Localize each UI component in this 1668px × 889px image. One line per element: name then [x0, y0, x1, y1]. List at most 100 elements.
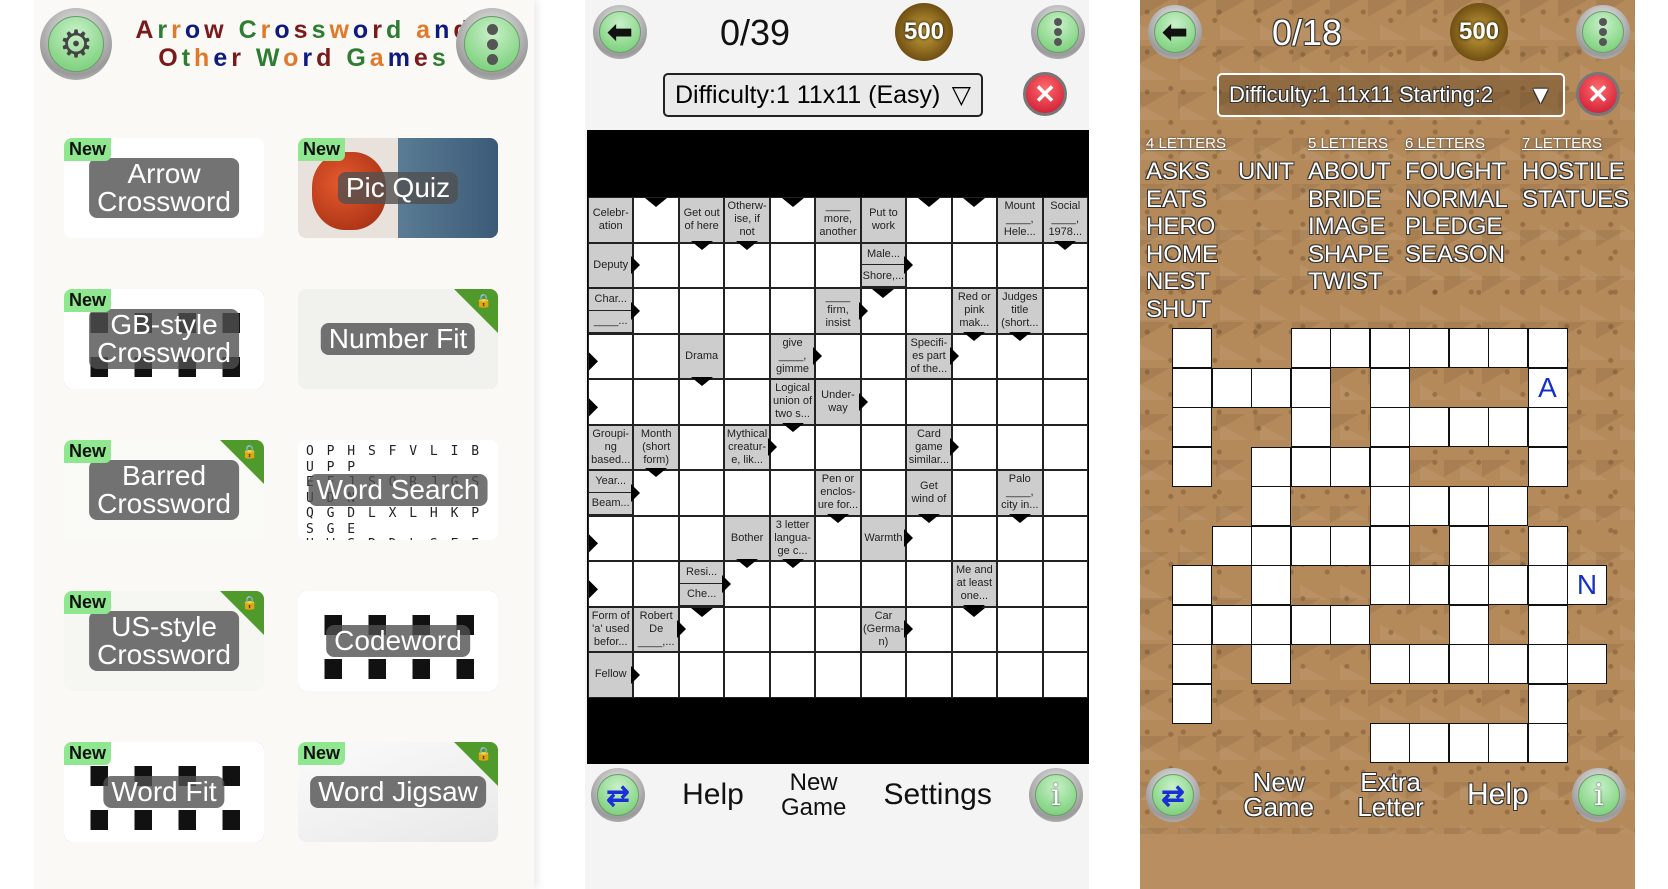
empty-letter-cell[interactable] [1172, 565, 1212, 605]
empty-letter-cell[interactable] [1369, 644, 1410, 684]
close-button[interactable]: ✕ [1576, 72, 1620, 116]
answer-cell[interactable] [588, 379, 634, 425]
answer-cell[interactable] [906, 197, 952, 243]
empty-letter-cell[interactable] [1251, 446, 1291, 487]
clue-cell[interactable]: 3 letter langua-ge c... [769, 515, 816, 561]
filled-letter-cell[interactable]: N [1567, 565, 1607, 605]
answer-cell[interactable] [588, 561, 634, 607]
empty-letter-cell[interactable] [1448, 644, 1489, 684]
answer-cell[interactable] [815, 424, 861, 470]
empty-letter-cell[interactable] [1172, 328, 1212, 368]
clue-cell[interactable]: Otherw-ise, if not [724, 197, 770, 243]
answer-cell[interactable] [769, 197, 816, 243]
clue-cell[interactable]: Deputy [588, 242, 634, 288]
empty-letter-cell[interactable] [1330, 328, 1370, 368]
answer-cell[interactable] [1042, 561, 1088, 607]
answer-cell[interactable] [951, 470, 998, 516]
empty-letter-cell[interactable] [1369, 446, 1410, 487]
empty-letter-cell[interactable] [1527, 328, 1568, 368]
clue-cell[interactable]: Me and at least one... [951, 561, 998, 607]
info-button[interactable]: i [1028, 768, 1083, 822]
clue-cell[interactable]: Month (short form) [633, 424, 679, 470]
empty-letter-cell[interactable] [1448, 486, 1489, 526]
clue-cell[interactable]: Mount ____, Hele... [997, 197, 1043, 243]
empty-letter-cell[interactable] [1488, 486, 1528, 526]
empty-letter-cell[interactable] [1409, 328, 1449, 368]
answer-cell[interactable] [951, 379, 998, 425]
new-game-button[interactable]: New Game [1243, 769, 1314, 820]
info-button[interactable]: i [1571, 768, 1626, 822]
empty-letter-cell[interactable] [1409, 723, 1449, 763]
empty-letter-cell[interactable] [1448, 723, 1489, 763]
empty-letter-cell[interactable] [1172, 644, 1212, 684]
empty-letter-cell[interactable] [1330, 604, 1370, 645]
game-tile-pic-quiz[interactable]: New Pic Quiz [298, 138, 498, 238]
answer-cell[interactable] [1042, 379, 1088, 425]
answer-cell[interactable] [724, 288, 770, 334]
more-options-button[interactable] [456, 8, 528, 80]
empty-letter-cell[interactable] [1172, 604, 1212, 645]
answer-cell[interactable] [951, 652, 998, 698]
answer-cell[interactable] [633, 515, 679, 561]
answer-cell[interactable] [1042, 652, 1088, 698]
game-tile-codeword[interactable]: Codeword [298, 591, 498, 691]
empty-letter-cell[interactable] [1172, 446, 1212, 487]
answer-cell[interactable] [906, 288, 952, 334]
help-button[interactable]: Help [682, 780, 744, 810]
empty-letter-cell[interactable] [1448, 565, 1489, 605]
empty-letter-cell[interactable] [1172, 407, 1212, 447]
answer-cell[interactable] [678, 515, 725, 561]
clue-cell[interactable]: ____ more, another [815, 197, 861, 243]
answer-cell[interactable] [633, 379, 679, 425]
answer-cell[interactable] [997, 606, 1043, 652]
empty-letter-cell[interactable] [1527, 644, 1568, 684]
answer-cell[interactable] [860, 561, 907, 607]
answer-cell[interactable] [678, 288, 725, 334]
empty-letter-cell[interactable] [1251, 604, 1291, 645]
help-button[interactable]: Help [1467, 780, 1529, 810]
clue-cell[interactable]: Get wind of [906, 470, 952, 516]
empty-letter-cell[interactable] [1290, 328, 1331, 368]
empty-letter-cell[interactable] [1409, 486, 1449, 526]
empty-letter-cell[interactable] [1251, 525, 1291, 566]
empty-letter-cell[interactable] [1527, 604, 1568, 645]
answer-cell[interactable] [951, 242, 998, 288]
empty-letter-cell[interactable] [1172, 683, 1212, 724]
clue-cell[interactable]: Put to work [860, 197, 907, 243]
split-clue-cell[interactable]: Resi... Che... [678, 561, 725, 607]
answer-cell[interactable] [997, 379, 1043, 425]
answer-cell[interactable] [997, 424, 1043, 470]
empty-letter-cell[interactable] [1211, 525, 1252, 566]
empty-letter-cell[interactable] [1448, 328, 1489, 368]
empty-letter-cell[interactable] [1369, 486, 1410, 526]
empty-letter-cell[interactable] [1448, 407, 1489, 447]
clue-cell[interactable]: Warmth [860, 515, 907, 561]
empty-letter-cell[interactable] [1290, 446, 1331, 487]
more-options-button[interactable] [1576, 5, 1630, 59]
clue-cell[interactable]: Under-way [815, 379, 861, 425]
clue-cell[interactable]: Robert De ____,... [633, 606, 679, 652]
answer-cell[interactable] [1042, 515, 1088, 561]
answer-cell[interactable] [724, 379, 770, 425]
filled-letter-cell[interactable]: A [1527, 367, 1568, 408]
empty-letter-cell[interactable] [1369, 565, 1410, 605]
empty-letter-cell[interactable] [1409, 407, 1449, 447]
clue-cell[interactable]: Specifi-es part of the... [906, 333, 952, 379]
answer-cell[interactable] [633, 197, 679, 243]
clue-cell[interactable]: Logical union of two s... [769, 379, 816, 425]
empty-letter-cell[interactable] [1290, 407, 1331, 447]
empty-letter-cell[interactable] [1567, 644, 1607, 684]
answer-cell[interactable] [951, 197, 998, 243]
answer-cell[interactable] [997, 561, 1043, 607]
empty-letter-cell[interactable] [1211, 604, 1252, 645]
empty-letter-cell[interactable] [1527, 723, 1568, 763]
answer-cell[interactable] [724, 333, 770, 379]
empty-letter-cell[interactable] [1330, 446, 1370, 487]
difficulty-dropdown[interactable]: Difficulty:1 11x11 (Easy) ▽ [663, 73, 983, 117]
clue-cell[interactable]: Car (Germa-n) [860, 606, 907, 652]
answer-cell[interactable] [769, 242, 816, 288]
empty-letter-cell[interactable] [1527, 446, 1568, 487]
clue-cell[interactable]: Card game similar... [906, 424, 952, 470]
answer-cell[interactable] [1042, 288, 1088, 334]
split-clue-cell[interactable]: Male... Shore,... [860, 242, 907, 288]
